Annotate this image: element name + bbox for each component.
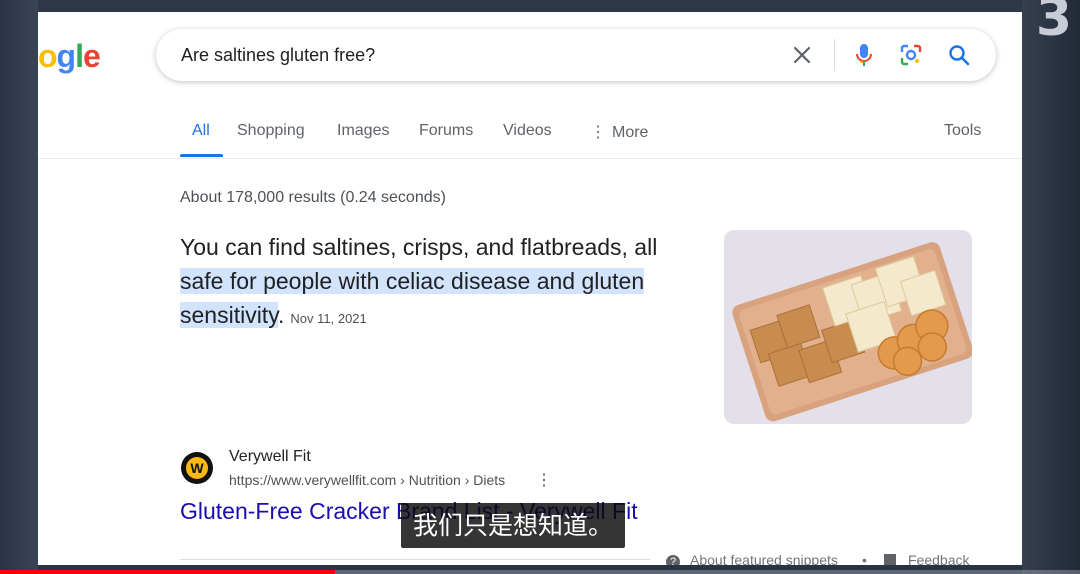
footer-separator: • — [862, 552, 867, 565]
tab-images[interactable]: Images — [337, 122, 389, 140]
tab-more-label: More — [612, 124, 649, 141]
video-subtitle: 我们只是想知道。 — [401, 503, 626, 548]
about-snippets-link[interactable]: ? About featured snippets — [666, 552, 838, 565]
tab-forums[interactable]: Forums — [419, 122, 473, 140]
result-site-name[interactable]: Verywell Fit — [229, 448, 311, 466]
corner-digit: 3 — [1035, 0, 1072, 48]
clear-icon[interactable] — [788, 41, 816, 69]
result-stats: About 178,000 results (0.24 seconds) — [180, 189, 446, 206]
snippet-highlight: safe for people with celiac disease and … — [180, 268, 645, 328]
result-url[interactable]: https://www.verywellfit.com › Nutrition … — [229, 472, 505, 488]
snippet-plain: You can find saltines, crisps, and flatb… — [180, 234, 658, 260]
feedback-icon — [884, 554, 896, 565]
more-vert-icon: ⋮ — [590, 124, 606, 141]
window-frame-left — [0, 0, 38, 574]
about-snippets-label: About featured snippets — [690, 552, 838, 565]
verywell-favicon[interactable]: W — [181, 452, 213, 484]
active-tab-indicator — [180, 154, 223, 157]
tab-videos[interactable]: Videos — [503, 122, 552, 140]
search-bar[interactable]: Are saltines gluten free? — [156, 29, 996, 81]
search-divider — [834, 39, 835, 71]
search-tabs: All Shopping Images Forums Videos ⋮ More … — [38, 112, 1022, 159]
snippet-image-crackers[interactable] — [724, 230, 972, 424]
search-input[interactable]: Are saltines gluten free? — [181, 45, 375, 66]
lens-icon[interactable] — [897, 41, 925, 69]
snippet-end: . — [278, 302, 285, 328]
tab-all[interactable]: All — [192, 122, 210, 140]
video-progress-fill — [0, 570, 335, 574]
video-progress-bar[interactable] — [0, 570, 1080, 574]
feedback-link[interactable]: Feedback — [884, 552, 969, 565]
result-options-icon[interactable]: ⋮ — [536, 470, 552, 490]
search-icon[interactable] — [945, 41, 973, 69]
snippet-date: Nov 11, 2021 — [290, 311, 367, 326]
browser-screen: ogle Are saltines gluten free? All Shopp… — [38, 12, 1022, 565]
mic-icon[interactable] — [850, 41, 878, 69]
svg-text:W: W — [190, 460, 204, 476]
result-divider — [180, 559, 650, 560]
tab-more[interactable]: ⋮ More — [590, 122, 648, 142]
tools-button[interactable]: Tools — [944, 122, 981, 140]
window-frame-right: 3 — [1022, 0, 1080, 574]
tab-shopping[interactable]: Shopping — [237, 122, 305, 140]
window-frame-top — [0, 0, 1080, 12]
feedback-label: Feedback — [908, 552, 970, 565]
featured-snippet-text: You can find saltines, crisps, and flatb… — [180, 230, 700, 336]
google-logo[interactable]: ogle — [38, 38, 101, 75]
help-icon: ? — [666, 555, 680, 565]
